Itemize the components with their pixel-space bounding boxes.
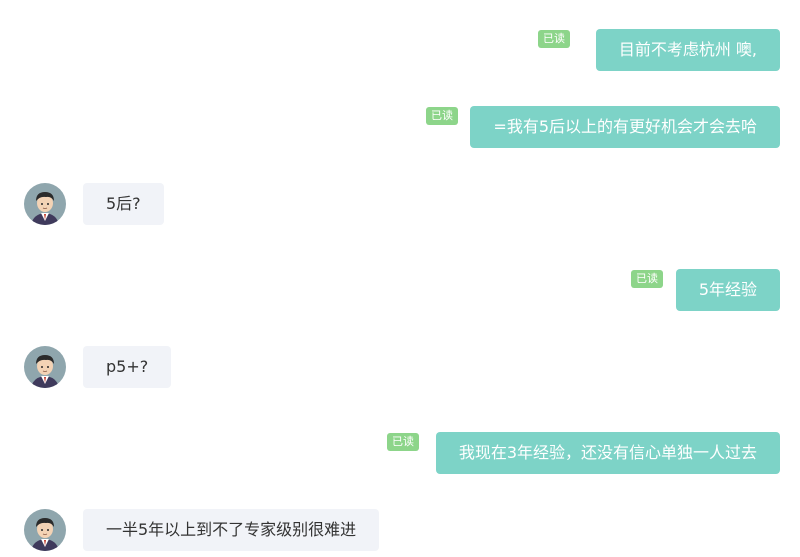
incoming-message-bubble: p5+? xyxy=(83,346,172,388)
incoming-message-bubble: 一半5年以上到不了专家级别很难进 xyxy=(83,509,380,551)
avatar-icon[interactable] xyxy=(24,346,66,388)
outgoing-message-bubble: =我有5后以上的有更好机会才会去哈 xyxy=(470,106,780,148)
read-badge: 已读 xyxy=(538,30,570,48)
outgoing-message-bubble: 5年经验 xyxy=(675,269,780,311)
avatar-icon[interactable] xyxy=(24,509,66,551)
chat-thread: 已读 目前不考虑杭州 噢, 已读 =我有5后以上的有更好机会才会去哈 5后? 已… xyxy=(0,0,800,557)
outgoing-message-bubble: 目前不考虑杭州 噢, xyxy=(595,29,780,71)
read-badge: 已读 xyxy=(426,107,458,125)
outgoing-message-bubble: 我现在3年经验，还没有信心单独一人过去 xyxy=(435,432,780,474)
read-badge: 已读 xyxy=(387,433,419,451)
read-badge: 已读 xyxy=(631,270,663,288)
avatar-icon[interactable] xyxy=(24,183,66,225)
incoming-message-bubble: 5后? xyxy=(83,183,164,225)
